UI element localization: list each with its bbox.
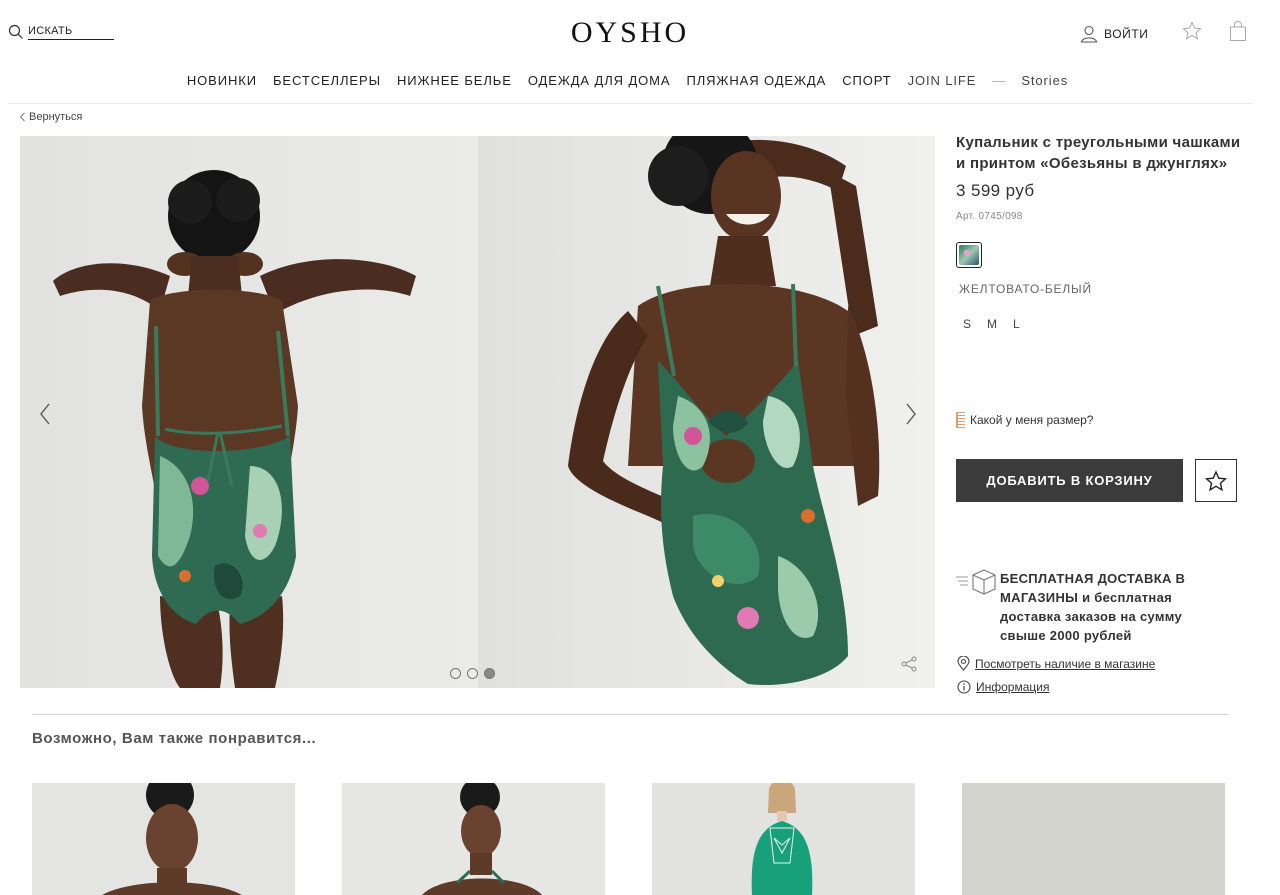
delivery-info: БЕСПЛАТНАЯ ДОСТАВКА В МАГАЗИНЫ и бесплат… — [956, 569, 1210, 645]
delivery-text: БЕСПЛАТНАЯ ДОСТАВКА В МАГАЗИНЫ и бесплат… — [1000, 569, 1210, 645]
nav-separator: — — [992, 73, 1006, 88]
product-photo-front — [478, 136, 935, 688]
gallery-next-arrow[interactable] — [900, 399, 922, 429]
size-option-l[interactable]: L — [1013, 317, 1020, 331]
add-to-wishlist-button[interactable] — [1195, 459, 1237, 502]
nav-item-homewear[interactable]: ОДЕЖДА ДЛЯ ДОМА — [520, 73, 679, 88]
store-availability-row: Посмотреть наличие в магазине — [957, 656, 1155, 671]
gallery-dot[interactable] — [450, 668, 461, 679]
nav-item-beachwear[interactable]: ПЛЯЖНАЯ ОДЕЖДА — [678, 73, 834, 88]
back-label: Вернуться — [29, 111, 83, 123]
chevron-left-icon — [19, 112, 25, 122]
gallery-prev-arrow[interactable] — [34, 399, 56, 429]
size-guide-label: Какой у меня размер? — [970, 413, 1094, 427]
gallery-pagination — [450, 668, 495, 679]
color-swatch-selected[interactable] — [956, 242, 982, 268]
recommendation-card[interactable] — [962, 783, 1225, 895]
product-gallery[interactable] — [20, 136, 935, 688]
product-title: Купальник с треугольными чашками и принт… — [956, 134, 1241, 172]
nav-item-join-life[interactable]: JOIN LIFE — [900, 73, 985, 88]
share-icon[interactable] — [901, 656, 917, 672]
size-option-m[interactable]: M — [987, 317, 997, 331]
nav-item-lingerie[interactable]: НИЖНЕЕ БЕЛЬЕ — [389, 73, 520, 88]
info-row: Информация — [957, 680, 1049, 694]
size-option-s[interactable]: S — [963, 317, 971, 331]
nav-item-stories[interactable]: Stories — [1013, 73, 1076, 88]
location-pin-icon — [957, 656, 970, 671]
back-link[interactable]: Вернуться — [19, 111, 82, 123]
gallery-dot[interactable] — [467, 668, 478, 679]
recommendation-card[interactable] — [652, 783, 915, 895]
site-logo[interactable]: OYSHO — [0, 16, 1260, 50]
recommendation-card[interactable] — [342, 783, 605, 895]
gallery-dot-active[interactable] — [484, 668, 495, 679]
color-swatch-pattern — [959, 245, 979, 265]
product-price: 3 599 руб — [956, 181, 1035, 200]
product-photo-back — [20, 136, 478, 688]
main-nav: НОВИНКИ БЕСТСЕЛЛЕРЫ НИЖНЕЕ БЕЛЬЕ ОДЕЖДА … — [0, 73, 1255, 88]
color-name: ЖЕЛТОВАТО-БЕЛЫЙ — [959, 282, 1092, 296]
size-guide-link[interactable]: Какой у меня размер? — [956, 412, 1093, 428]
product-info-panel: Купальник с треугольными чашками и принт… — [956, 132, 1246, 694]
store-availability-link[interactable]: Посмотреть наличие в магазине — [975, 657, 1155, 671]
info-link[interactable]: Информация — [976, 680, 1049, 694]
login-label: ВОЙТИ — [1104, 27, 1149, 41]
user-icon — [1080, 25, 1098, 43]
nav-item-bestsellers[interactable]: БЕСТСЕЛЛЕРЫ — [265, 73, 389, 88]
login-button[interactable]: ВОЙТИ — [1079, 24, 1149, 44]
add-to-cart-button[interactable]: ДОБАВИТЬ В КОРЗИНУ — [956, 459, 1183, 502]
wishlist-star-icon[interactable] — [1182, 21, 1202, 41]
ruler-icon — [956, 412, 965, 428]
header-divider — [8, 103, 1254, 104]
recommendations-title: Возможно, Вам также понравится... — [32, 730, 317, 747]
delivery-box-icon — [956, 569, 1000, 645]
recommendation-card[interactable] — [32, 783, 295, 895]
product-sku: Арт. 0745/098 — [956, 211, 1023, 222]
nav-item-sport[interactable]: СПОРТ — [834, 73, 899, 88]
shopping-bag-icon[interactable] — [1229, 21, 1247, 42]
site-header: OYSHO ВОЙТИ НОВИНКИ БЕСТСЕЛЛЕРЫ НИЖНЕЕ Б… — [0, 0, 1280, 104]
nav-item-new[interactable]: НОВИНКИ — [179, 73, 265, 88]
size-selector: S M L — [963, 317, 1246, 331]
recommendations-divider — [32, 714, 1228, 715]
star-icon — [1205, 469, 1227, 491]
info-icon — [957, 680, 971, 694]
